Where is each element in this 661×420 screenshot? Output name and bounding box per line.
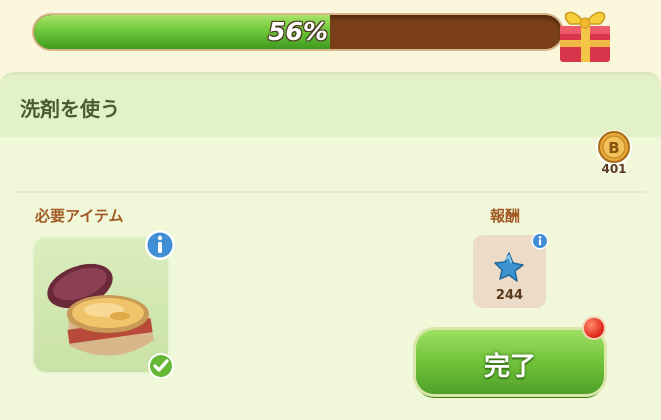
svg-text:B: B	[608, 139, 619, 157]
item-info-icon[interactable]	[144, 229, 176, 261]
task-title: 洗剤を使う	[20, 97, 120, 121]
coin-counter: B 401	[592, 128, 636, 182]
coin-count: 401	[601, 162, 627, 176]
complete-button[interactable]: 完了	[416, 330, 604, 394]
panel-header: 洗剤を使う	[0, 75, 661, 137]
reward-count: 244	[495, 288, 524, 303]
progress-percent: 56%	[268, 17, 328, 46]
reward-label: 報酬	[490, 207, 521, 225]
notification-dot	[584, 318, 604, 338]
gift-box-icon[interactable]	[552, 0, 618, 64]
required-items-label: 必要アイテム	[35, 207, 124, 225]
divider	[14, 191, 647, 193]
reward-info-icon[interactable]	[531, 232, 549, 250]
checkmark-icon	[147, 352, 175, 380]
progress-bar: 56%	[34, 15, 562, 49]
complete-button-label: 完了	[483, 352, 536, 382]
